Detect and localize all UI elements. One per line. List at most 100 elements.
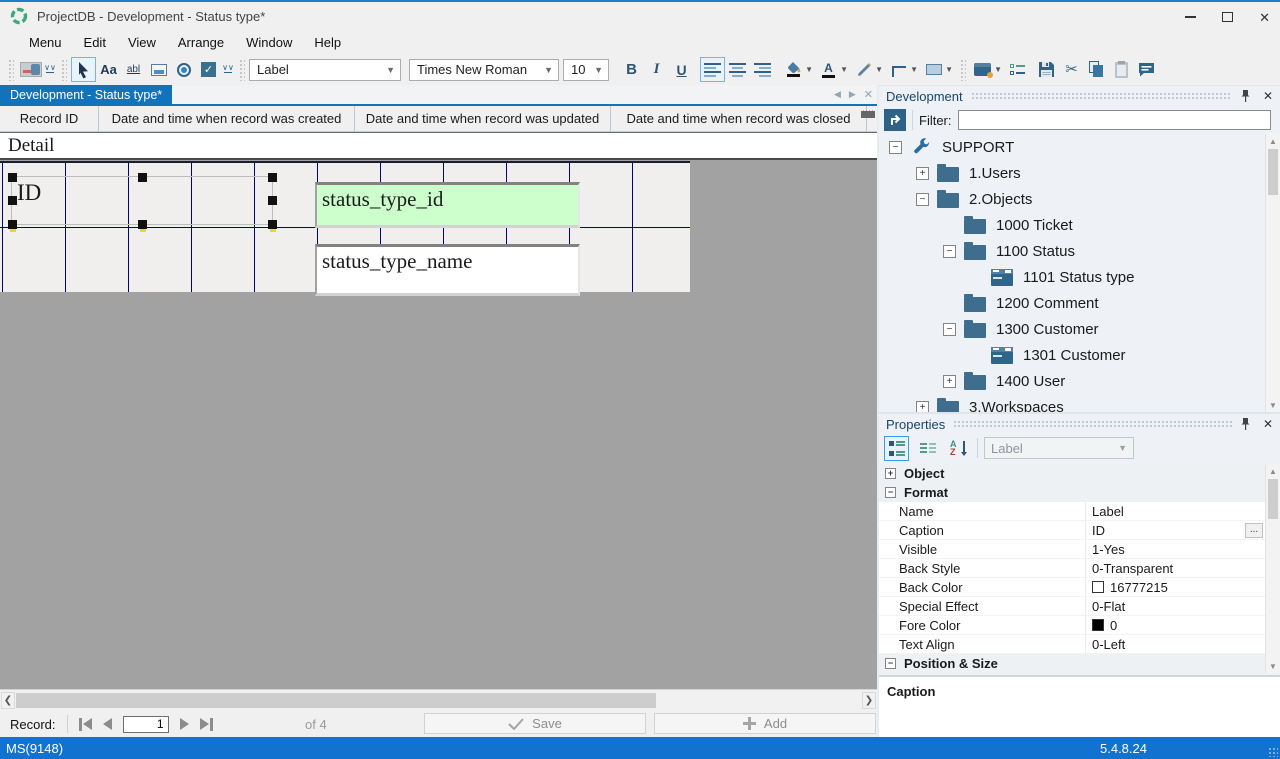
menu-edit[interactable]: Edit bbox=[73, 32, 117, 53]
field-list-button[interactable] bbox=[1005, 57, 1030, 82]
tree-item-1301-customer[interactable]: 1301 Customer bbox=[879, 342, 1265, 368]
menu-window[interactable]: Window bbox=[235, 32, 303, 53]
form-options-button[interactable]: ▼ bbox=[970, 57, 1002, 82]
checkbox-tool-button[interactable]: ✓ bbox=[196, 57, 221, 82]
ellipsis-button[interactable]: ... bbox=[1245, 523, 1263, 538]
current-record-input[interactable] bbox=[122, 715, 169, 733]
property-row-name[interactable]: Name Label bbox=[879, 502, 1265, 521]
property-value[interactable]: 0 bbox=[1086, 616, 1265, 634]
font-name-combo[interactable]: Times New Roman ▼ bbox=[409, 58, 559, 81]
property-value[interactable]: 0-Transparent bbox=[1086, 559, 1265, 577]
scrollbar-thumb[interactable] bbox=[16, 693, 656, 708]
pin-icon[interactable] bbox=[1240, 417, 1251, 431]
option-tool-button[interactable] bbox=[171, 57, 196, 82]
fill-color-button[interactable]: ▼ bbox=[781, 57, 813, 82]
selection-handle[interactable] bbox=[268, 173, 277, 182]
menu-menu[interactable]: Menu bbox=[18, 32, 73, 53]
border-style-button[interactable]: ▼ bbox=[886, 57, 918, 82]
tree-item-support[interactable]: − SUPPORT bbox=[879, 134, 1265, 160]
property-row-back-color[interactable]: Back Color 16777215 bbox=[879, 578, 1265, 597]
selection-rectangle[interactable] bbox=[11, 176, 273, 225]
selection-handle[interactable] bbox=[138, 220, 147, 229]
add-record-button[interactable]: Add bbox=[654, 713, 876, 734]
design-canvas[interactable]: status_type_id status_type_name ID bbox=[0, 160, 877, 689]
column-header-date-and-time-when-record-was-created[interactable]: Date and time when record was created bbox=[99, 106, 355, 131]
menu-view[interactable]: View bbox=[117, 32, 167, 53]
font-color-button[interactable]: A ▼ bbox=[816, 57, 848, 82]
control-type-combo[interactable]: Label ▼ bbox=[249, 58, 401, 81]
section-expander-icon[interactable]: − bbox=[885, 658, 896, 669]
tree-item-1101-status-type[interactable]: 1101 Status type bbox=[879, 264, 1265, 290]
textbox-tool-button[interactable]: abl bbox=[121, 57, 146, 82]
selection-handle[interactable] bbox=[8, 196, 17, 205]
property-row-caption[interactable]: Caption ID... bbox=[879, 521, 1265, 540]
categorized-view-button[interactable] bbox=[884, 435, 909, 461]
pin-icon[interactable] bbox=[1240, 89, 1251, 103]
tree-item-2-objects[interactable]: − 2.Objects bbox=[879, 186, 1265, 212]
menu-help[interactable]: Help bbox=[303, 32, 352, 53]
select-tool-button[interactable] bbox=[71, 57, 96, 82]
font-size-combo[interactable]: 10 ▼ bbox=[563, 58, 609, 81]
property-section-object[interactable]: + Object bbox=[879, 464, 1265, 483]
properties-scrollbar[interactable]: ▲ ▼ bbox=[1265, 464, 1280, 673]
property-section-format[interactable]: − Format bbox=[879, 483, 1265, 502]
tab-scroll-right-icon[interactable]: ▶ bbox=[849, 89, 856, 100]
filter-input[interactable] bbox=[957, 110, 1271, 130]
property-value[interactable]: 16777215 bbox=[1086, 578, 1265, 596]
selection-handle[interactable] bbox=[8, 220, 17, 229]
resize-grip[interactable] bbox=[1268, 747, 1278, 757]
column-header-date-and-time-when-record-was-updated[interactable]: Date and time when record was updated bbox=[355, 106, 611, 131]
property-value[interactable]: 0-Flat bbox=[1086, 597, 1265, 615]
scroll-down-arrow[interactable]: ▼ bbox=[1266, 659, 1280, 673]
align-left-button[interactable] bbox=[700, 57, 725, 82]
sort-alphabetical-button[interactable]: AZ bbox=[946, 436, 971, 461]
tree-item-1-users[interactable]: +1.Users bbox=[879, 160, 1265, 186]
column-header-date-and-time-when-record-was-closed[interactable]: Date and time when record was closed bbox=[611, 106, 867, 131]
toolbar-overflow-icon[interactable]: ∨∨ bbox=[43, 64, 57, 73]
align-center-button[interactable] bbox=[725, 57, 750, 82]
tree-expander-icon[interactable]: + bbox=[916, 400, 929, 412]
field-status-type-name[interactable]: status_type_name bbox=[315, 244, 580, 296]
tree-expander-icon[interactable]: − bbox=[943, 244, 956, 258]
maximize-button[interactable] bbox=[1222, 12, 1234, 22]
tree-expander-icon[interactable]: − bbox=[943, 322, 956, 336]
detail-section-header[interactable]: Detail bbox=[0, 132, 877, 160]
next-record-button[interactable] bbox=[179, 718, 189, 730]
property-value[interactable]: Label bbox=[1086, 502, 1265, 520]
field-status-type-id[interactable]: status_type_id bbox=[315, 182, 580, 228]
panel-close-icon[interactable]: ✕ bbox=[1263, 417, 1273, 431]
tree-item-1400-user[interactable]: +1400 User bbox=[879, 368, 1265, 394]
property-section-position-size[interactable]: − Position & Size bbox=[879, 654, 1265, 673]
cut-button[interactable]: ✂ bbox=[1059, 57, 1084, 82]
control-style-button[interactable]: ▼ bbox=[921, 57, 953, 82]
selection-handle[interactable] bbox=[268, 220, 277, 229]
previous-record-button[interactable] bbox=[102, 718, 112, 730]
close-button[interactable]: ✕ bbox=[1259, 11, 1270, 24]
scroll-down-arrow[interactable]: ▼ bbox=[1266, 398, 1280, 412]
picture-button[interactable] bbox=[18, 57, 43, 82]
scroll-up-arrow[interactable]: ▲ bbox=[1266, 464, 1280, 478]
property-value[interactable]: 0-Left bbox=[1086, 635, 1265, 653]
property-value[interactable]: ID bbox=[1086, 521, 1265, 539]
selection-handle[interactable] bbox=[8, 173, 17, 182]
toolbar-grip[interactable] bbox=[8, 58, 14, 81]
tree-item-1200-comment[interactable]: 1200 Comment bbox=[879, 290, 1265, 316]
tab-development-status-type[interactable]: Development - Status type* bbox=[0, 85, 173, 104]
minimize-button[interactable] bbox=[1185, 16, 1197, 18]
property-row-back-style[interactable]: Back Style 0-Transparent bbox=[879, 559, 1265, 578]
toolbar-grip[interactable] bbox=[61, 58, 67, 81]
selection-handle[interactable] bbox=[268, 196, 277, 205]
last-record-button[interactable] bbox=[199, 717, 213, 731]
tree-expander-icon[interactable]: − bbox=[889, 140, 902, 154]
property-row-visible[interactable]: Visible 1-Yes bbox=[879, 540, 1265, 559]
save-record-button[interactable]: Save bbox=[424, 713, 646, 734]
locate-object-button[interactable] bbox=[884, 109, 906, 131]
highlighter-button[interactable]: ▼ bbox=[851, 57, 883, 82]
selection-handle[interactable] bbox=[138, 173, 147, 182]
tree-expander-icon[interactable]: + bbox=[943, 374, 956, 388]
align-right-button[interactable] bbox=[750, 57, 775, 82]
tree-expander-icon[interactable]: − bbox=[916, 192, 929, 206]
label-tool-button[interactable]: Aa bbox=[96, 57, 121, 82]
paste-button[interactable] bbox=[1109, 57, 1134, 82]
toolbar-grip[interactable] bbox=[960, 58, 966, 81]
